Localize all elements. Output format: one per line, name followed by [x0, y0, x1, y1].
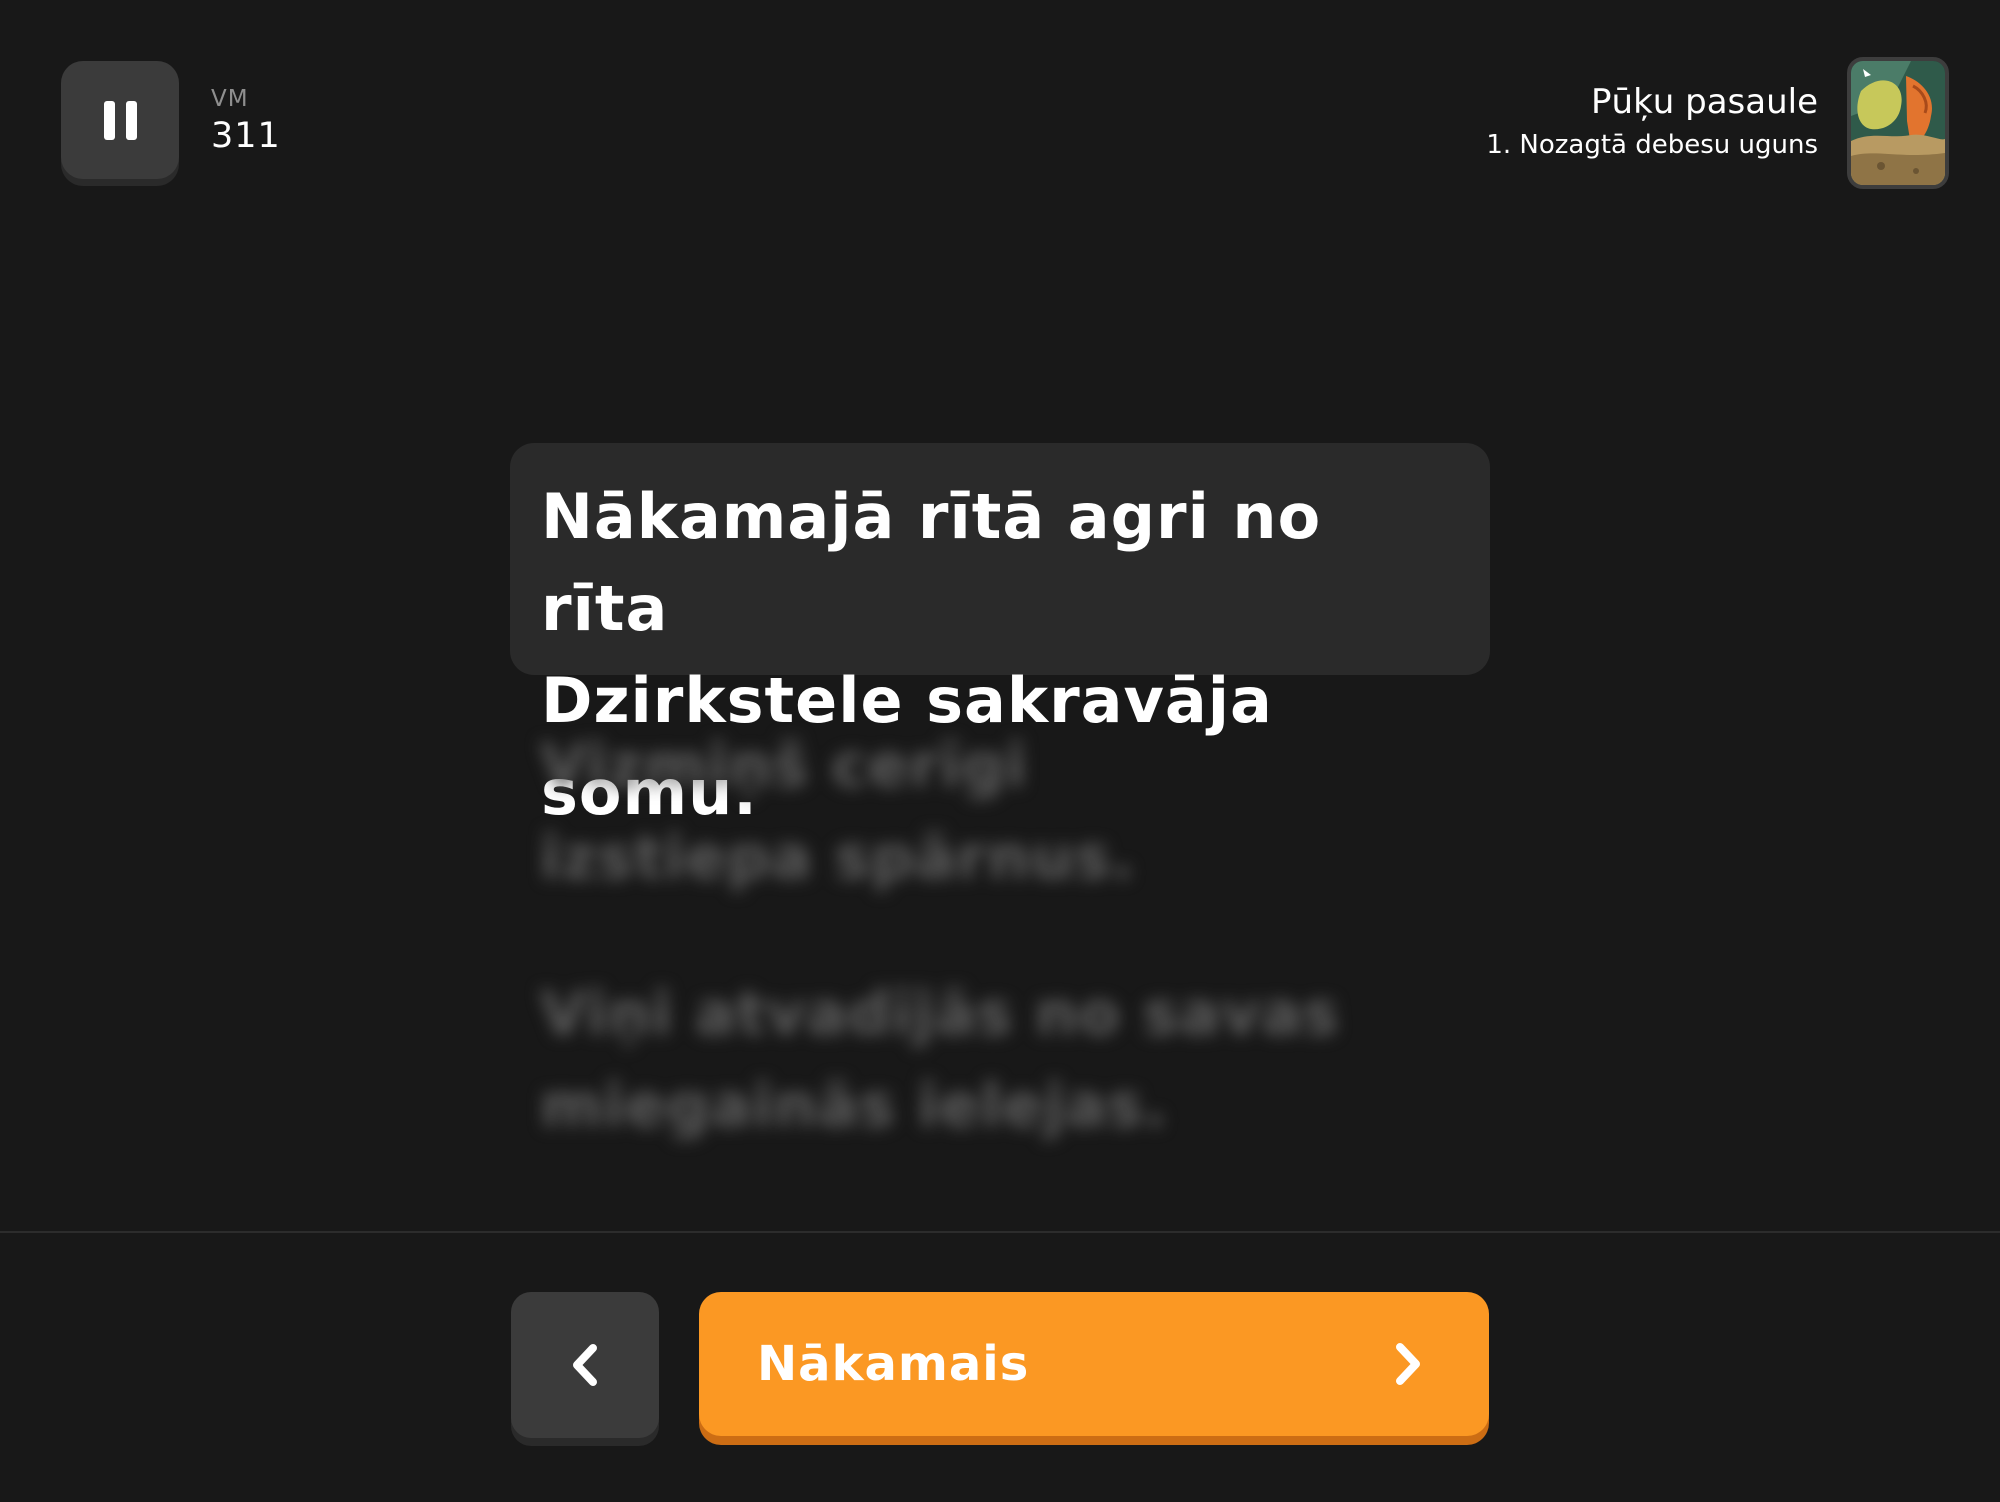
pause-button[interactable] [61, 61, 179, 179]
level-label: VM [211, 86, 249, 112]
reading-level: VM 311 [211, 86, 281, 158]
chevron-right-icon [1396, 1343, 1420, 1385]
book-title: Pūķu pasaule [1591, 82, 1818, 122]
next-button-label: Nākamais [757, 1336, 1030, 1392]
book-info: Pūķu pasaule 1. Nozagtā debesu uguns [1486, 78, 1818, 162]
next-button[interactable]: Nākamais [699, 1292, 1489, 1436]
upcoming-sentence: Viņi atvadījās no savas miegainās ieleja… [540, 979, 1340, 1141]
current-sentence-card[interactable]: Nākamajā rītā agri no rīta Dzirkstele sa… [510, 443, 1490, 829]
footer-divider [0, 1231, 2000, 1233]
chevron-left-icon [573, 1344, 597, 1386]
upcoming-sentence: Vizmiņš cerīgi izstiepa spārnus. [540, 731, 1136, 893]
back-button[interactable] [511, 1292, 659, 1438]
level-value: 311 [211, 116, 281, 156]
pause-icon [103, 100, 137, 140]
reader-screen: VM 311 Pūķu pasaule 1. Nozagtā debesu ug… [0, 0, 2000, 1502]
chapter-title: 1. Nozagtā debesu uguns [1486, 130, 1818, 160]
book-cover-image[interactable] [1847, 57, 1949, 189]
